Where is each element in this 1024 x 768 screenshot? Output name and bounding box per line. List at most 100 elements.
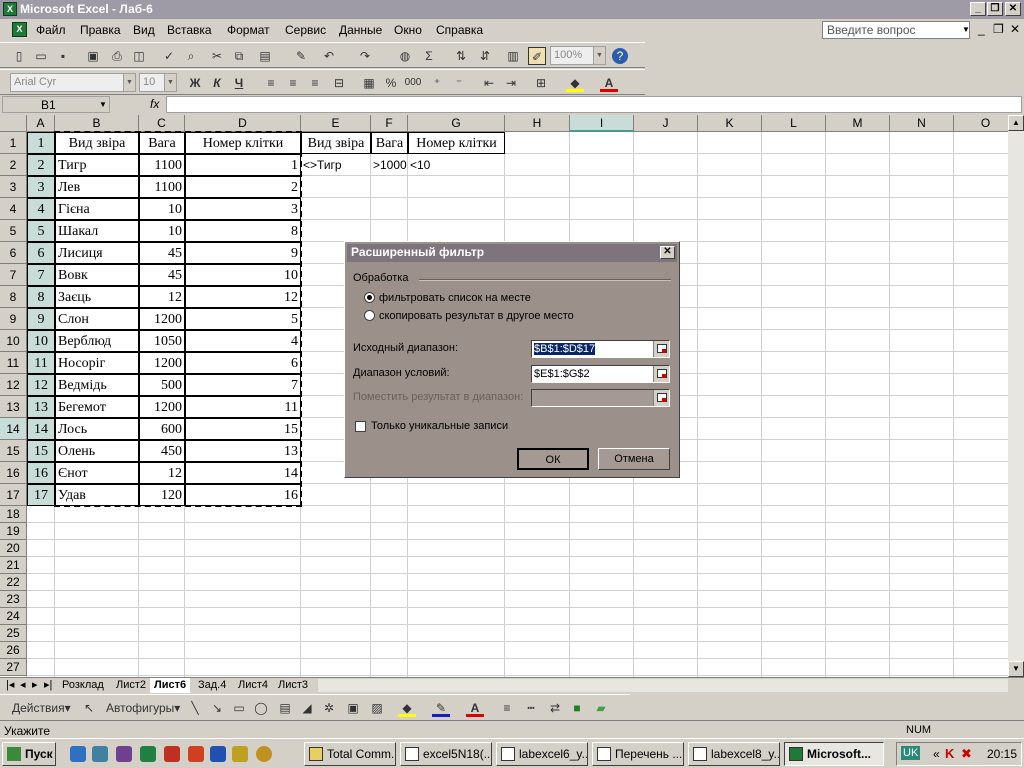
select-all-corner[interactable] (0, 115, 27, 132)
ask-question-input[interactable]: Введите вопрос (822, 21, 970, 39)
unique-records-checkbox[interactable] (355, 421, 366, 432)
kaspersky-icon[interactable]: K (945, 746, 954, 761)
row-header-14[interactable]: 14 (0, 418, 27, 440)
cell-b7[interactable]: Вовк (55, 264, 139, 286)
task-total-commander[interactable]: Total Comm... (304, 742, 396, 766)
row-header-9[interactable]: 9 (0, 308, 27, 330)
permission-icon[interactable]: ▣ (84, 47, 102, 65)
cell-d2[interactable]: 1 (185, 154, 301, 176)
destination-range-collapse-icon[interactable] (653, 390, 669, 406)
cell-b4[interactable]: Гієна (55, 198, 139, 220)
row-header-21[interactable]: 21 (0, 557, 27, 574)
tab-lyst4[interactable]: Лист4 (234, 678, 273, 693)
cell-b15[interactable]: Олень (55, 440, 139, 462)
row-header-25[interactable]: 25 (0, 625, 27, 642)
font-color-icon[interactable]: A (600, 74, 618, 92)
cell-b11[interactable]: Носоріг (55, 352, 139, 374)
hyperlink-icon[interactable]: ◍ (396, 47, 414, 65)
cell-a4[interactable]: 4 (27, 198, 55, 220)
cell-c14[interactable]: 600 (139, 418, 185, 440)
cell-b5[interactable]: Шакал (55, 220, 139, 242)
align-left-icon[interactable]: ≡ (262, 74, 280, 92)
cell-b8[interactable]: Заєць (55, 286, 139, 308)
cell-b13[interactable]: Бегемот (55, 396, 139, 418)
cell-d15[interactable]: 13 (185, 440, 301, 462)
criteria-range-collapse-icon[interactable] (653, 366, 669, 382)
cell-a13[interactable]: 13 (27, 396, 55, 418)
font-size-combo[interactable]: 10 ▼ (139, 73, 177, 92)
menu-data[interactable]: Данные (339, 23, 382, 37)
cell-d1[interactable]: Номер клітки (185, 132, 301, 154)
wordart-icon[interactable]: ◢ (298, 699, 316, 717)
save-icon[interactable]: ▪ (54, 47, 72, 65)
cell-b6[interactable]: Лисиця (55, 242, 139, 264)
cell-d8[interactable]: 12 (185, 286, 301, 308)
desktop-icon[interactable] (232, 746, 248, 762)
tab-lyst6[interactable]: Лист6 (150, 678, 191, 693)
cell-c7[interactable]: 45 (139, 264, 185, 286)
autosum-icon[interactable]: Σ (420, 47, 438, 65)
name-box[interactable]: B1 ▼ (2, 96, 110, 113)
minimize-icon[interactable]: _ (970, 2, 986, 16)
cell-b3[interactable]: Лев (55, 176, 139, 198)
decrease-indent-icon[interactable]: ⇤ (480, 74, 498, 92)
shadow-style-icon[interactable]: ■ (568, 699, 586, 717)
cell-d4[interactable]: 3 (185, 198, 301, 220)
line-style-icon[interactable]: ≡ (498, 699, 516, 717)
network-icon[interactable]: ✖ (961, 746, 972, 762)
cell-e2[interactable]: <>Тигр (301, 154, 371, 176)
dialog-close-icon[interactable]: ✕ (660, 246, 675, 259)
explorer-icon[interactable] (92, 746, 108, 762)
column-header-n[interactable]: N (890, 115, 954, 132)
row-header-20[interactable]: 20 (0, 540, 27, 557)
copy-icon[interactable]: ⧉ (230, 47, 248, 65)
row-header-10[interactable]: 10 (0, 330, 27, 352)
decrease-decimal-icon[interactable]: ⁻ (450, 74, 468, 92)
cell-d5[interactable]: 8 (185, 220, 301, 242)
sort-descending-icon[interactable]: ⇵ (476, 47, 494, 65)
italic-button[interactable]: К (208, 74, 226, 92)
criteria-range-input[interactable]: $E$1:$G$2 (531, 365, 670, 383)
cell-d7[interactable]: 10 (185, 264, 301, 286)
cell-c16[interactable]: 12 (139, 462, 185, 484)
cell-f1[interactable]: Вага (371, 132, 408, 154)
tab-zad4[interactable]: Зад.4 (194, 678, 231, 693)
cell-d10[interactable]: 4 (185, 330, 301, 352)
cancel-button[interactable]: Отмена (598, 448, 670, 470)
column-header-o[interactable]: O (954, 115, 1008, 132)
increase-indent-icon[interactable]: ⇥ (502, 74, 520, 92)
cell-a11[interactable]: 11 (27, 352, 55, 374)
tab-lyst3[interactable]: Лист3 (274, 678, 313, 693)
cell-d17[interactable]: 16 (185, 484, 301, 506)
tab-lyst2[interactable]: Лист2 (112, 678, 151, 693)
picture-icon[interactable]: ▨ (368, 699, 386, 717)
name-box-dropdown-icon[interactable]: ▼ (99, 100, 107, 109)
column-header-j[interactable]: J (634, 115, 698, 132)
clipart-icon[interactable]: ▣ (344, 699, 362, 717)
cell-c4[interactable]: 10 (139, 198, 185, 220)
doc-close-icon[interactable]: ✕ (1010, 22, 1020, 36)
row-header-17[interactable]: 17 (0, 484, 27, 506)
menu-help[interactable]: Справка (436, 23, 483, 37)
oval-icon[interactable]: ◯ (252, 699, 270, 717)
research-icon[interactable]: ⌕ (182, 47, 200, 65)
cell-f2[interactable]: >1000 (371, 154, 408, 176)
cell-b12[interactable]: Ведмідь (55, 374, 139, 396)
cell-a14[interactable]: 14 (27, 418, 55, 440)
row-header-11[interactable]: 11 (0, 352, 27, 374)
cell-b1[interactable]: Вид звіра (55, 132, 139, 154)
cell-a2[interactable]: 2 (27, 154, 55, 176)
cell-a12[interactable]: 12 (27, 374, 55, 396)
cell-c9[interactable]: 1200 (139, 308, 185, 330)
column-header-b[interactable]: B (55, 115, 139, 132)
tab-rozklad[interactable]: Розклад (58, 678, 108, 693)
row-header-27[interactable]: 27 (0, 659, 27, 676)
cell-a17[interactable]: 17 (27, 484, 55, 506)
horizontal-scrollbar[interactable] (318, 679, 1008, 692)
cell-b16[interactable]: Єнот (55, 462, 139, 484)
spelling-icon[interactable]: ✓ (160, 47, 178, 65)
scroll-down-icon[interactable]: ▼ (1008, 661, 1024, 677)
cell-c2[interactable]: 1100 (139, 154, 185, 176)
cell-e1[interactable]: Вид звіра (301, 132, 371, 154)
cell-c10[interactable]: 1050 (139, 330, 185, 352)
